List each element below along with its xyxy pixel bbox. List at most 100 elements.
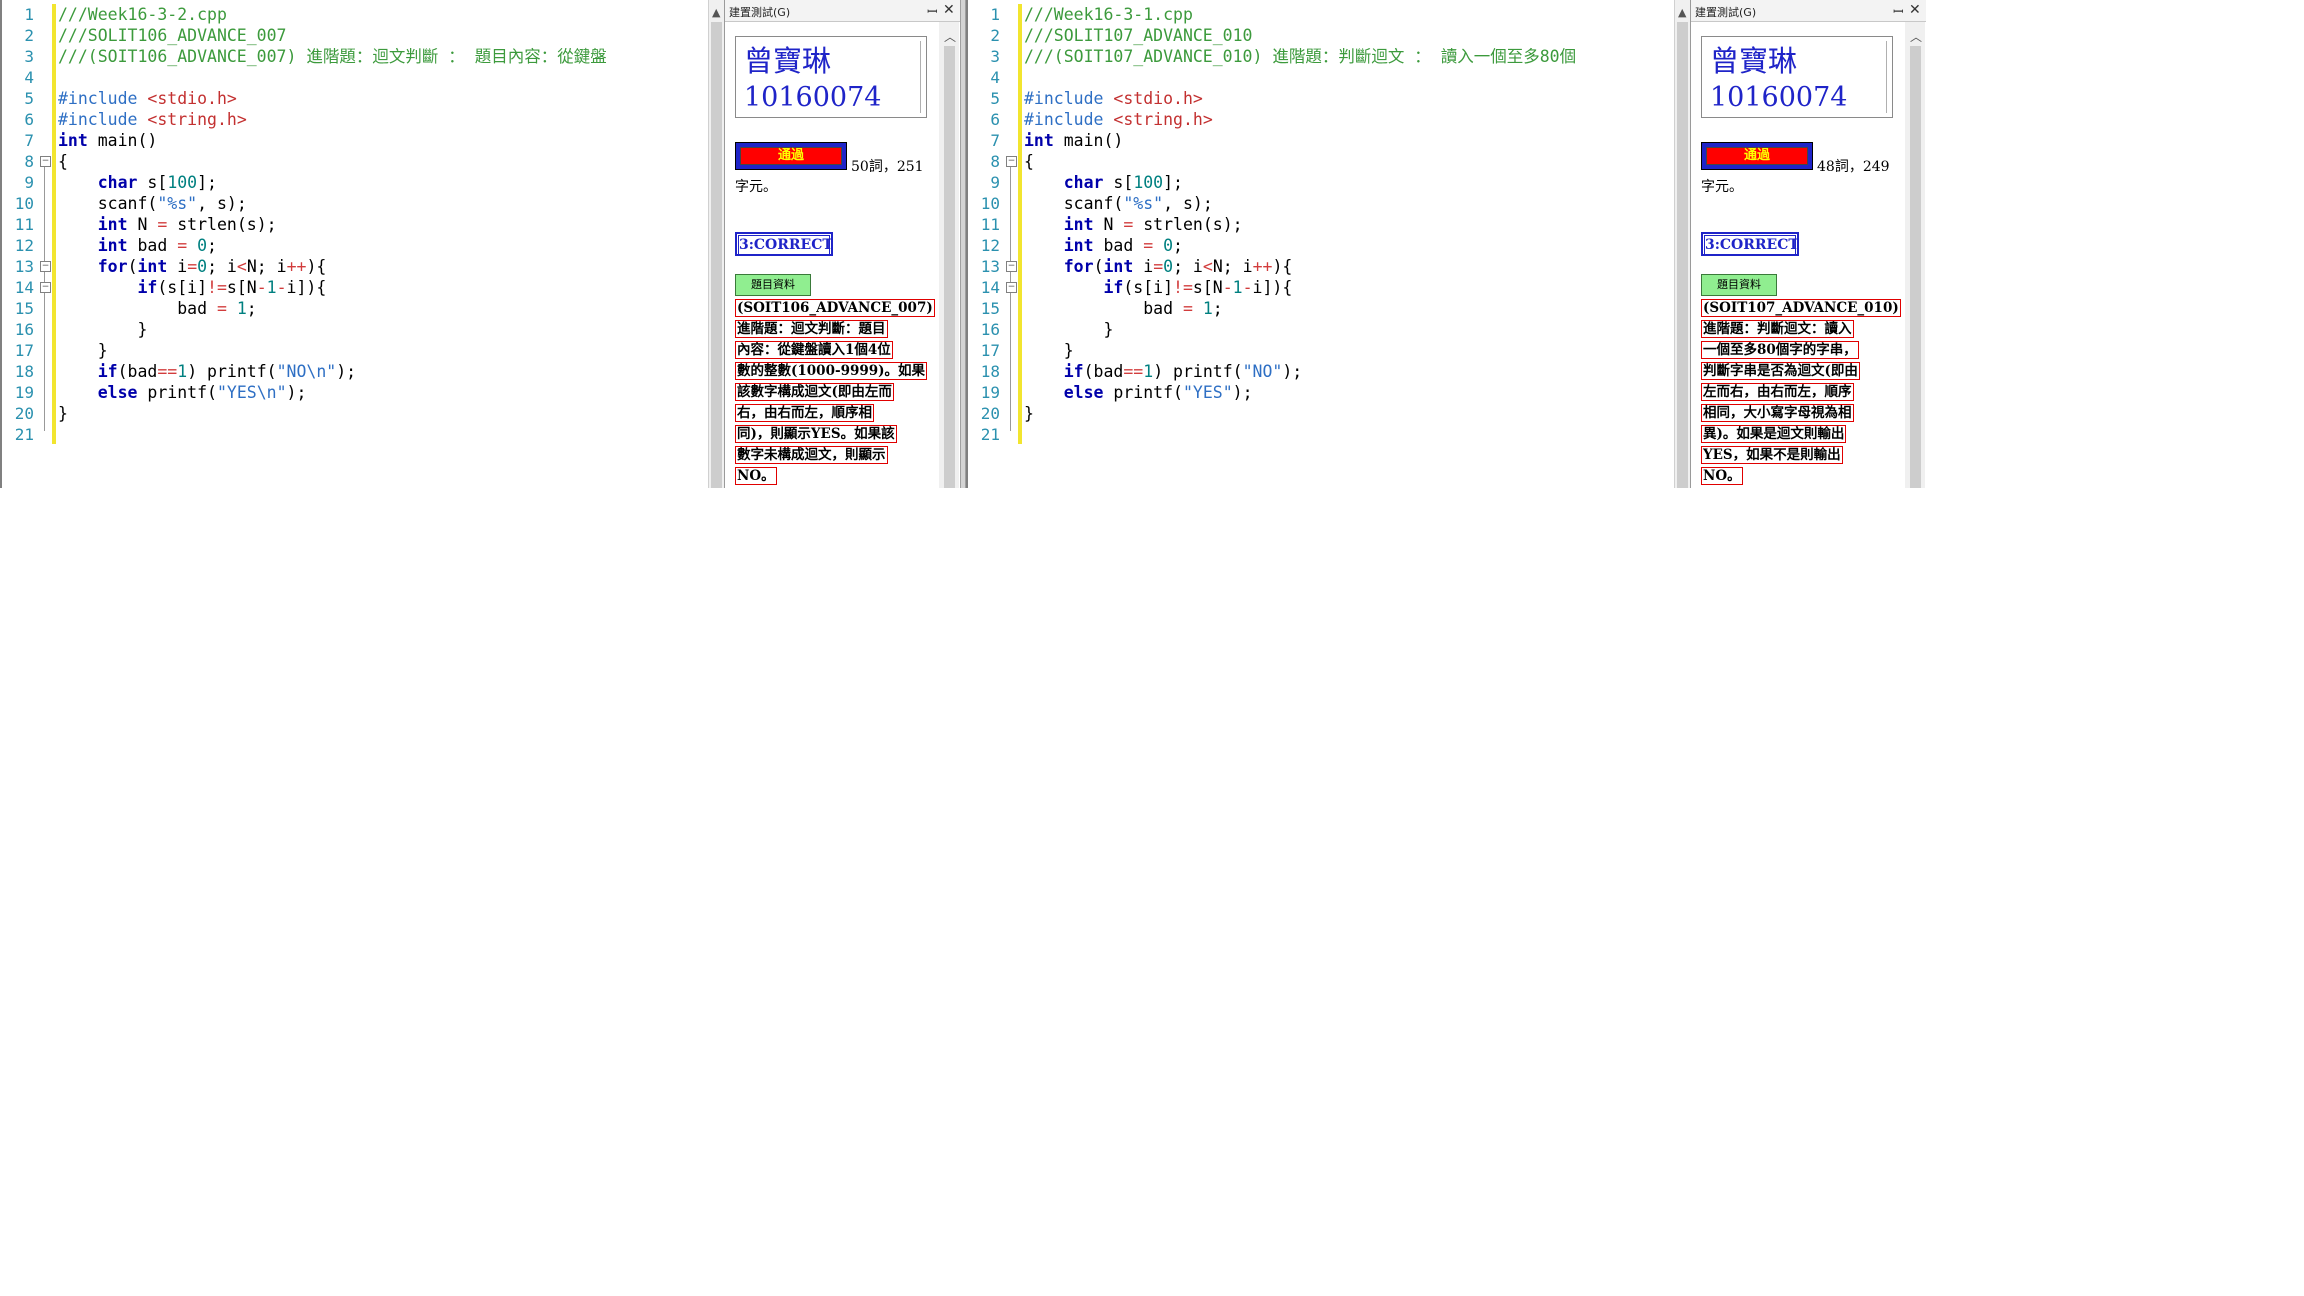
desc-line: 數的整數(1000-9999)。如果 — [735, 362, 928, 380]
fold-toggle-icon[interactable]: − — [40, 282, 51, 293]
code-line: ///SOLIT107_ADVANCE_010 — [1024, 26, 1253, 45]
desc-line: (SOIT106_ADVANCE_007) — [735, 299, 935, 317]
desc-line: 同)，則顯示YES。如果該 — [735, 425, 897, 443]
line-number: 17 — [980, 341, 1000, 360]
desc-line: YES，如果不是則輸出 — [1701, 446, 1843, 464]
line-number: 11 — [14, 215, 34, 234]
line-number: 21 — [980, 425, 1000, 444]
code-line: scanf("%s", s); — [97, 194, 247, 213]
code-line: int bad = 0; — [1063, 236, 1183, 255]
line-number: 5 — [24, 89, 34, 108]
close-icon[interactable]: ✕ — [1909, 2, 1921, 18]
pass-button[interactable]: 通過 — [1701, 142, 1813, 170]
code-text: ///Week16-3-1.cpp ///SOLIT107_ADVANCE_01… — [1024, 4, 1674, 445]
fold-toggle-icon[interactable]: − — [1006, 282, 1017, 293]
student-info-box: 曾寶琳 10160074 — [1701, 36, 1893, 118]
word-count-text: 48詞，249 — [1817, 159, 1890, 175]
build-test-panel: 建置測試(G) ꟷ ✕ 曾寶琳 10160074 通過 48詞，249 字元。 … — [1690, 0, 1926, 488]
panel-title: 建置測試(G) — [1695, 6, 1757, 19]
pass-button[interactable]: 通過 — [735, 142, 847, 170]
student-name: 曾寶琳 — [1710, 44, 1798, 78]
line-number: 7 — [990, 131, 1000, 150]
panel-titlebar: 建置測試(G) ꟷ ✕ — [725, 0, 960, 22]
student-name: 曾寶琳 — [744, 44, 832, 78]
change-marker-bar — [1018, 4, 1022, 444]
desc-line: 數字未構成迴文，則顯示 — [735, 446, 888, 464]
desc-line: 進階題：迴文判斷：題目 — [735, 320, 888, 338]
pin-icon[interactable]: ꟷ — [927, 2, 938, 20]
word-count-text: 50詞，251 — [851, 159, 924, 175]
fold-toggle-icon[interactable]: − — [1006, 156, 1017, 167]
code-line: #include <stdio.h> — [58, 89, 237, 108]
panel-titlebar: 建置測試(G) ꟷ ✕ — [1691, 0, 1926, 22]
code-line: ///Week16-3-2.cpp — [58, 5, 227, 24]
code-line: } — [1103, 320, 1114, 339]
code-line: scanf("%s", s); — [1063, 194, 1213, 213]
scrollbar-thumb[interactable] — [1677, 22, 1688, 488]
problem-info-button[interactable]: 題目資料 — [1701, 274, 1777, 296]
fold-toggle-icon[interactable]: − — [1006, 261, 1017, 272]
code-line: } — [137, 320, 148, 339]
line-number: 6 — [990, 110, 1000, 129]
code-editor[interactable]: 1 2 3 4 5 6 7 8 9 10 11 12 13 14 15 16 1… — [966, 0, 1690, 488]
desc-line: 進階題：判斷迴文：讀入 — [1701, 320, 1854, 338]
result-badge[interactable]: 3:CORRECT — [1701, 232, 1799, 256]
change-marker-bar — [52, 4, 56, 444]
result-label: 3:CORRECT — [1704, 235, 1799, 255]
scrollbar-thumb[interactable] — [944, 46, 955, 488]
line-number: 19 — [14, 383, 34, 402]
line-number: 8 — [24, 152, 34, 171]
scroll-up-arrow-icon[interactable]: ▲ — [1678, 6, 1686, 19]
line-number: 17 — [14, 341, 34, 360]
fold-guide — [44, 167, 45, 431]
code-line: int bad = 0; — [97, 236, 217, 255]
line-number: 16 — [980, 320, 1000, 339]
fold-guide — [1010, 167, 1011, 431]
desc-line: 該數字構成迴文(即由左而 — [735, 383, 894, 401]
scrollbar-thumb[interactable] — [1910, 46, 1921, 488]
line-number: 15 — [14, 299, 34, 318]
editor-scrollbar[interactable]: ▲ — [708, 0, 724, 488]
scroll-up-arrow-icon[interactable]: ▲ — [712, 6, 720, 19]
pin-icon[interactable]: ꟷ — [1893, 2, 1904, 20]
panel-scrollbar[interactable]: ︿ — [939, 22, 959, 488]
panel-body: 曾寶琳 10160074 通過 50詞，251 字元。 3:CORRECT 題目… — [725, 22, 937, 488]
fold-toggle-icon[interactable]: − — [40, 261, 51, 272]
desc-line: (SOIT107_ADVANCE_010) — [1701, 299, 1901, 317]
student-id: 10160074 — [744, 82, 882, 113]
panel-scrollbar[interactable]: ︿ — [1905, 22, 1925, 488]
code-editor[interactable]: 1 2 3 4 5 6 7 8 9 10 11 12 13 14 15 16 1… — [0, 0, 724, 488]
code-line: ///Week16-3-1.cpp — [1024, 5, 1193, 24]
code-line: } — [97, 341, 108, 360]
close-icon[interactable]: ✕ — [943, 2, 955, 18]
line-number: 10 — [980, 194, 1000, 213]
code-line: int main() — [1024, 131, 1124, 150]
code-line: { — [1024, 152, 1034, 171]
fold-toggle-icon[interactable]: − — [40, 156, 51, 167]
line-number: 15 — [980, 299, 1000, 318]
line-number: 2 — [24, 26, 34, 45]
problem-description: (SOIT107_ADVANCE_010) 進階題：判斷迴文：讀入 一個至多80… — [1701, 298, 1901, 487]
scroll-up-arrow-icon[interactable]: ︿ — [944, 28, 956, 45]
problem-description: (SOIT106_ADVANCE_007) 進階題：迴文判斷：題目 內容：從鍵盤… — [735, 298, 935, 487]
problem-info-button[interactable]: 題目資料 — [735, 274, 811, 296]
scroll-up-arrow-icon[interactable]: ︿ — [1910, 28, 1922, 45]
line-number: 5 — [990, 89, 1000, 108]
code-line: else printf("YES"); — [1063, 383, 1253, 402]
code-line: char s[100]; — [97, 173, 217, 192]
desc-line: NO。 — [735, 467, 777, 485]
code-line: int main() — [58, 131, 158, 150]
code-line: if(s[i]!=s[N-1-i]){ — [137, 278, 327, 297]
line-number: 3 — [24, 47, 34, 66]
code-line: else printf("YES\n"); — [97, 383, 307, 402]
result-badge[interactable]: 3:CORRECT — [735, 232, 833, 256]
panel-title: 建置測試(G) — [729, 6, 791, 19]
line-number: 20 — [14, 404, 34, 423]
code-line: } — [1024, 404, 1034, 423]
desc-line: 右，由右而左，順序相 — [735, 404, 874, 422]
desc-line: NO。 — [1701, 467, 1743, 485]
scrollbar-thumb[interactable] — [711, 22, 722, 488]
editor-scrollbar[interactable]: ▲ — [1674, 0, 1690, 488]
